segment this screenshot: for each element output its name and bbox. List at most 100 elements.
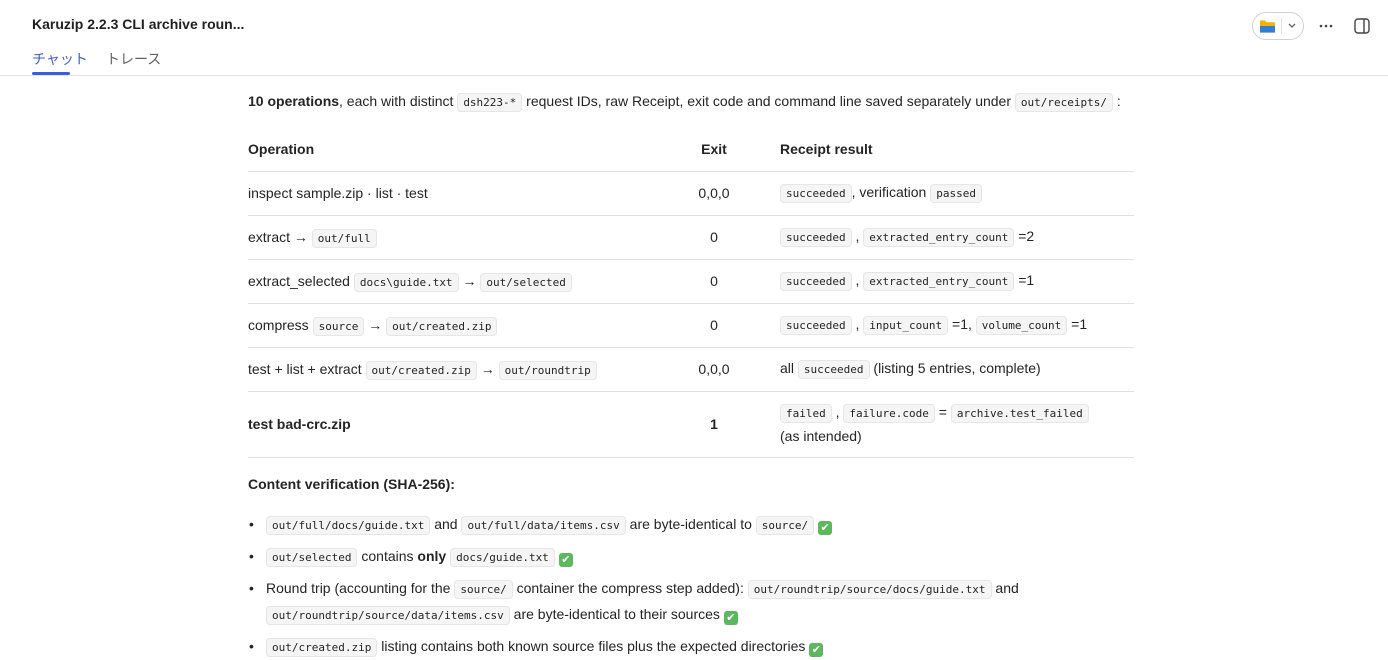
inline-code: out/full <box>311 229 377 248</box>
receipt-result-cell: succeeded , extracted_entry_count =2 <box>780 215 1134 260</box>
intro-text: , each with distinct <box>339 93 458 109</box>
table-header-row: Operation Exit Receipt result <box>248 128 1134 172</box>
text-segment: → <box>458 273 481 289</box>
text-segment: (as intended) <box>780 427 862 444</box>
text-segment: = <box>934 403 951 420</box>
exit-code-cell: 1 <box>648 391 780 458</box>
folder-icon <box>1260 20 1275 33</box>
receipt-result-text: failed , failure.code = archive.test_fai… <box>780 401 1100 448</box>
header-receipt-result: Receipt result <box>780 128 1134 172</box>
inline-code: docs\guide.txt <box>353 273 459 292</box>
text-segment: all <box>780 360 798 376</box>
table-row: test + list + extract out/created.zip → … <box>248 347 1134 392</box>
text-segment: , verification <box>851 184 931 200</box>
header-operation: Operation <box>248 128 648 172</box>
intro-paragraph: 10 operations, each with distinct dsh223… <box>248 90 1121 114</box>
receipt-result-cell: failed , failure.code = archive.test_fai… <box>780 391 1134 458</box>
active-tab-indicator <box>32 72 70 75</box>
receipt-result-cell: succeeded , input_count =1, volume_count… <box>780 303 1134 348</box>
side-panel-icon[interactable] <box>1352 16 1372 36</box>
inline-code: succeeded <box>780 316 852 335</box>
exit-code-cell: 0,0,0 <box>648 347 780 392</box>
table-row: compress source → out/created.zip 0 succee… <box>248 303 1134 348</box>
inline-code: out/full/data/items.csv <box>461 516 626 535</box>
inline-code: out/created.zip <box>386 317 498 336</box>
receipt-result-text: all succeeded (listing 5 entries, comple… <box>780 357 1100 381</box>
text-segment: → <box>476 361 499 377</box>
inline-code: out/roundtrip/source/docs/guide.txt <box>747 580 992 599</box>
operation-cell: test + list + extract out/created.zip → … <box>248 347 648 392</box>
receipt-result-text: succeeded, verification passed <box>780 181 1100 205</box>
table-row: inspect sample.zip · list · test 0,0,0 suc… <box>248 171 1134 216</box>
conversation-title: Karuzip 2.2.3 CLI archive roun... <box>32 16 245 32</box>
text-segment: container the compress step added): <box>512 580 748 596</box>
inline-code: dsh223-* <box>457 93 523 112</box>
text-segment: are byte-identical to <box>625 516 756 532</box>
inline-code: out/roundtrip/source/data/items.csv <box>266 606 510 625</box>
text-segment: are byte-identical to their sources <box>509 606 720 622</box>
text-segment: extract_selected <box>248 273 354 289</box>
inline-code: extracted_entry_count <box>863 272 1015 291</box>
receipt-result-cell: all succeeded (listing 5 entries, comple… <box>780 347 1134 392</box>
text-segment: listing contains both known source files… <box>377 638 806 654</box>
tab-trace[interactable]: トレース <box>106 49 161 69</box>
inline-code: failure.code <box>843 403 935 423</box>
text-segment: , <box>851 228 864 244</box>
more-options-icon[interactable] <box>1316 16 1336 36</box>
text-segment: (listing 5 entries, complete) <box>869 360 1041 376</box>
operation-cell: compress source → out/created.zip <box>248 303 648 348</box>
inline-code: extracted_entry_count <box>863 228 1015 247</box>
operations-count: 10 operations <box>248 93 340 109</box>
text-segment: =1, <box>948 316 976 332</box>
text-segment: → <box>364 317 387 333</box>
content-verification-heading: Content verification (SHA-256): <box>248 476 455 492</box>
inline-code: out/roundtrip <box>498 361 597 380</box>
text-segment: compress <box>248 317 313 333</box>
intro-text: request IDs, raw Receipt, exit code and … <box>522 93 1015 109</box>
receipt-result-text: succeeded , extracted_entry_count =2 <box>780 225 1100 249</box>
text-segment: extract → <box>248 229 312 245</box>
receipt-result-text: succeeded , input_count =1, volume_count… <box>780 313 1100 337</box>
inline-code: volume_count <box>975 316 1068 335</box>
table-row: test bad-crc.zip 1 failed , failure.code =… <box>248 391 1134 458</box>
bold-text: only <box>417 548 447 564</box>
inline-code: out/created.zip <box>365 361 477 380</box>
inline-code: docs/guide.txt <box>450 548 555 567</box>
text-segment: and <box>430 516 462 532</box>
inline-code: out/selected <box>266 548 358 567</box>
operation-cell: extract_selected docs\guide.txt → out/se… <box>248 259 648 304</box>
exit-code-cell: 0,0,0 <box>648 171 780 216</box>
check-mark-icon: ✔ <box>818 521 833 535</box>
receipt-result-cell: succeeded, verification passed <box>780 171 1134 216</box>
bold-text: test bad-crc.zip <box>248 416 351 432</box>
operation-cell: test bad-crc.zip <box>248 391 648 458</box>
header-exit: Exit <box>648 128 780 172</box>
text-segment: contains <box>357 548 418 564</box>
table-row: extract_selected docs\guide.txt → out/se… <box>248 259 1134 304</box>
inline-code: succeeded <box>780 228 852 247</box>
text-segment: test + list + extract <box>248 361 366 377</box>
receipt-result-cell: succeeded , extracted_entry_count =1 <box>780 259 1134 304</box>
list-item: out/full/docs/guide.txt and out/full/dat… <box>248 512 1148 538</box>
exit-code-cell: 0 <box>648 215 780 260</box>
exit-code-cell: 0 <box>648 259 780 304</box>
text-segment: =1 <box>1067 316 1088 332</box>
text-segment: =1 <box>1014 272 1035 288</box>
inline-code: out/full/docs/guide.txt <box>266 516 431 535</box>
text-segment: =2 <box>1014 228 1035 244</box>
folder-selector-button[interactable] <box>1252 12 1304 40</box>
operation-cell: inspect sample.zip · list · test <box>248 171 648 216</box>
check-mark-icon: ✔ <box>723 611 738 625</box>
tab-chat[interactable]: チャット <box>32 49 88 69</box>
text-segment: inspect sample.zip · list · test <box>248 185 428 201</box>
verification-list: out/full/docs/guide.txt and out/full/dat… <box>248 512 1148 660</box>
inline-code: failed <box>780 403 832 423</box>
text-segment: and <box>991 580 1019 596</box>
inline-code: source/ <box>454 580 513 599</box>
inline-code: out/receipts/ <box>1014 93 1113 112</box>
inline-code: archive.test_failed <box>950 403 1089 423</box>
list-item: out/created.zip listing contains both kn… <box>248 634 1148 660</box>
inline-code: source <box>312 317 365 336</box>
inline-code: passed <box>930 184 982 203</box>
list-item: Round trip (accounting for the source/ c… <box>248 576 1148 628</box>
